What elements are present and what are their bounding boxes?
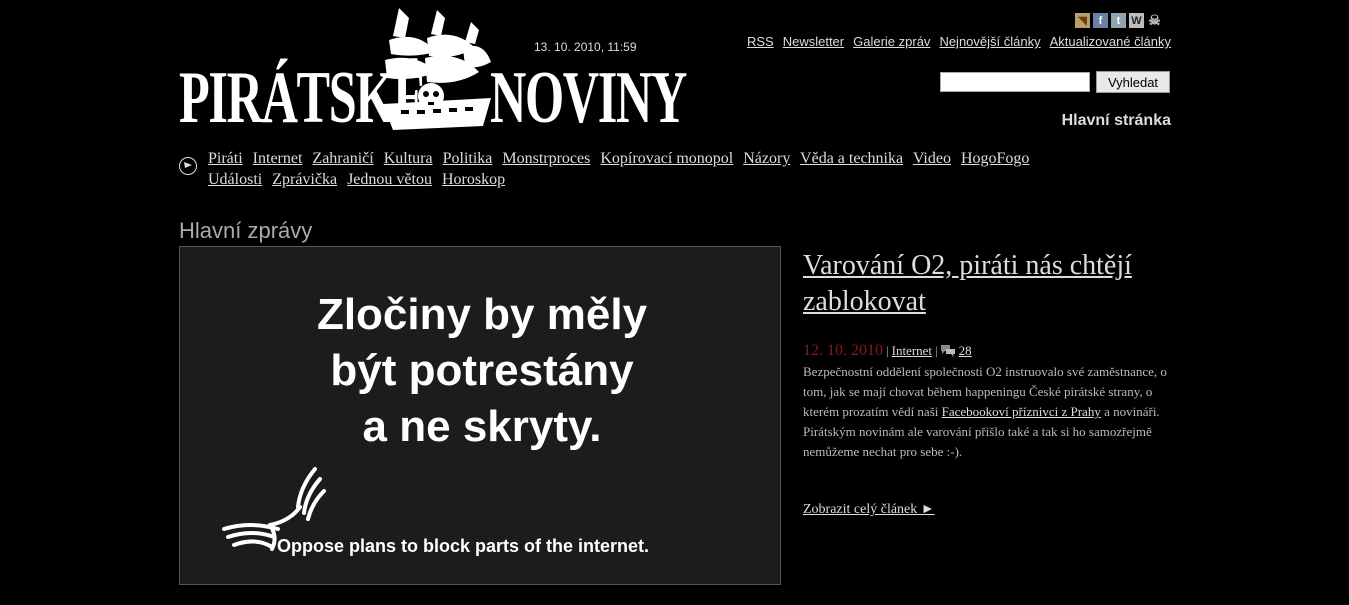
nav-internet[interactable]: Internet bbox=[253, 150, 303, 167]
nav-zpravicka[interactable]: Zprávička bbox=[272, 171, 337, 188]
article-meta: 12. 10. 2010 | Internet | 28 bbox=[803, 342, 972, 360]
banner-line-2: být potrestány bbox=[330, 346, 634, 395]
wikipedia-icon[interactable]: W bbox=[1129, 13, 1144, 28]
piratebay-icon[interactable]: ☠ bbox=[1147, 12, 1162, 28]
facebook-fans-link[interactable]: Facebookoví příznivci z Prahy bbox=[942, 404, 1101, 419]
article-title: Varování O2, piráti nás chtějí zablokova… bbox=[803, 248, 1133, 320]
nav-kopirovaci-monopol[interactable]: Kopírovací monopol bbox=[600, 150, 733, 167]
section-title: Hlavní zprávy bbox=[179, 218, 313, 243]
current-date: 13. 10. 2010, 11:59 bbox=[534, 40, 637, 54]
meta-separator: | bbox=[935, 343, 938, 358]
nav-udalosti[interactable]: Události bbox=[208, 171, 262, 188]
read-more-link[interactable]: Zobrazit celý článek ► bbox=[803, 502, 935, 517]
article-perex: Bezpečnostní oddělení společnosti O2 ins… bbox=[803, 362, 1173, 462]
homepage-label: Hlavní stránka bbox=[1061, 112, 1171, 129]
social-icons: ◥ f t W ☠ bbox=[1075, 12, 1162, 28]
site-logo[interactable]: PIRÁTSKÉ NOVINY bbox=[179, 8, 687, 138]
rss-link[interactable]: RSS bbox=[747, 34, 774, 49]
nav-hogofogo[interactable]: HogoFogo bbox=[961, 150, 1029, 167]
banner-line-1: Zločiny by měly bbox=[316, 290, 648, 339]
search-input[interactable] bbox=[940, 72, 1090, 92]
newsletter-link[interactable]: Newsletter bbox=[783, 34, 844, 49]
nav-zahranici[interactable]: Zahraničí bbox=[312, 150, 373, 167]
nav-horoskop[interactable]: Horoskop bbox=[442, 171, 505, 188]
article-date: 12. 10. 2010 bbox=[803, 342, 883, 359]
nav-veda-a-technika[interactable]: Věda a technika bbox=[800, 150, 903, 167]
banner-headline: Zločiny by měly být potrestány a ne skry… bbox=[180, 287, 784, 455]
read-more: Zobrazit celý článek ► bbox=[803, 502, 935, 518]
updated-articles-link[interactable]: Aktualizované články bbox=[1050, 34, 1171, 49]
rss-icon[interactable]: ◥ bbox=[1075, 13, 1090, 28]
nav-monstrproces[interactable]: Monstrproces bbox=[502, 150, 590, 167]
twitter-icon[interactable]: t bbox=[1111, 13, 1126, 28]
nav-video[interactable]: Video bbox=[913, 150, 951, 167]
meta-separator: | bbox=[886, 343, 889, 358]
newest-articles-link[interactable]: Nejnovější články bbox=[939, 34, 1040, 49]
pirate-ship-icon bbox=[383, 8, 491, 130]
banner-line-3: a ne skryty. bbox=[362, 402, 602, 451]
nav-kultura[interactable]: Kultura bbox=[384, 150, 433, 167]
nav-jednou-vetou[interactable]: Jednou větou bbox=[347, 171, 432, 188]
nav-pirati[interactable]: Piráti bbox=[208, 150, 243, 167]
banner-caption: Oppose plans to block parts of the inter… bbox=[277, 536, 650, 556]
logo-text-right: NOVINY bbox=[490, 57, 687, 139]
article-title-link[interactable]: Varování O2, piráti nás chtějí zablokova… bbox=[803, 250, 1132, 317]
nav-politika[interactable]: Politika bbox=[443, 150, 493, 167]
facebook-icon[interactable]: f bbox=[1093, 13, 1108, 28]
pirate-party-icon[interactable] bbox=[179, 157, 197, 175]
gallery-link[interactable]: Galerie zpráv bbox=[853, 34, 930, 49]
search-button[interactable]: Vyhledat bbox=[1096, 71, 1170, 93]
pirate-flag-icon bbox=[184, 162, 192, 168]
top-links: RSS Newsletter Galerie zpráv Nejnovější … bbox=[747, 34, 1171, 49]
article-category-link[interactable]: Internet bbox=[892, 343, 932, 359]
comments-icon bbox=[940, 345, 956, 357]
article-comments-count[interactable]: 28 bbox=[959, 343, 972, 359]
featured-banner[interactable]: Zločiny by měly být potrestány a ne skry… bbox=[179, 246, 781, 585]
nav-nazory[interactable]: Názory bbox=[743, 150, 790, 167]
main-navigation: Piráti Internet Zahraničí Kultura Politi… bbox=[208, 148, 1148, 190]
